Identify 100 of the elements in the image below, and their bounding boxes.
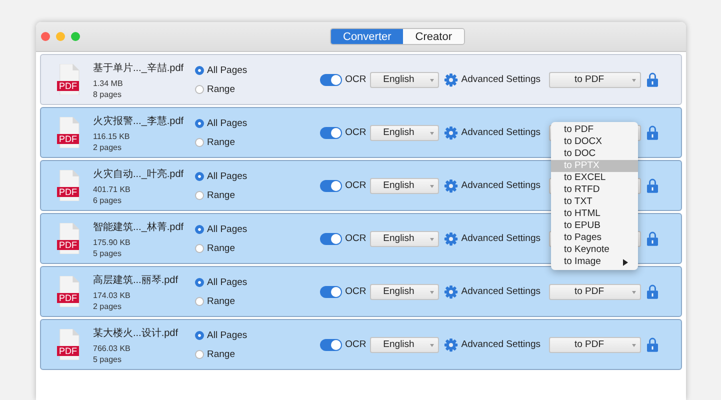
page-count: 8 pages <box>93 90 122 98</box>
ocr-toggle[interactable] <box>320 180 342 192</box>
file-name: 某大楼火...设计.pdf <box>93 326 180 340</box>
page-option-radio[interactable]: Range <box>195 296 248 306</box>
page-option-radio[interactable]: All Pages <box>195 224 248 234</box>
file-type-badge: PDF <box>57 240 79 250</box>
file-row[interactable]: PDF 基于单片..._辛喆.pdf 1.34 MB 8 pages All Pages Range OCR English Advanced Settings to PDF <box>40 54 682 105</box>
ocr-toggle[interactable] <box>320 338 342 350</box>
page-option-radio[interactable]: Range <box>195 84 248 94</box>
menu-item[interactable]: to PDF <box>551 124 638 136</box>
menu-item[interactable]: to DOCX <box>551 136 638 148</box>
radio-label: Range <box>207 348 235 360</box>
menu-item[interactable]: to Keynote <box>551 244 638 256</box>
file-size: 401.71 KB <box>93 184 132 194</box>
close-button[interactable] <box>41 32 50 41</box>
radio-label: All Pages <box>207 224 248 234</box>
file-type-badge: PDF <box>57 346 79 356</box>
radio-label: Range <box>207 296 235 306</box>
menu-item[interactable]: to RTFD <box>551 184 638 196</box>
advanced-settings-link[interactable]: Advanced Settings <box>461 286 550 297</box>
page-option-radio[interactable]: Range <box>195 136 248 148</box>
format-dropdown[interactable]: to PDF <box>549 284 642 300</box>
file-type-badge: PDF <box>57 81 79 91</box>
file-name: 火灾报警..._李慧.pdf <box>93 114 185 128</box>
radio-icon[interactable] <box>195 296 204 306</box>
gear-icon[interactable] <box>444 126 458 140</box>
gear-icon[interactable] <box>444 284 458 298</box>
page-option-radio[interactable]: Range <box>195 242 248 254</box>
language-dropdown[interactable]: English <box>370 178 440 194</box>
radio-icon[interactable] <box>195 224 204 234</box>
menu-item[interactable]: to TXT <box>551 196 638 208</box>
menu-item[interactable]: to EPUB <box>551 220 638 232</box>
lock-icon[interactable] <box>647 231 658 246</box>
page-count: 6 pages <box>93 196 122 204</box>
language-dropdown[interactable]: English <box>370 72 440 88</box>
lock-icon[interactable] <box>647 337 658 352</box>
page-option-radio[interactable]: All Pages <box>195 118 248 128</box>
page-count: 2 pages <box>93 142 122 152</box>
ocr-label: OCR <box>345 339 366 350</box>
radio-label: All Pages <box>207 118 248 128</box>
file-name: 智能建筑..._林菁.pdf <box>93 220 185 234</box>
radio-icon[interactable] <box>195 66 204 74</box>
file-size: 766.03 KB <box>93 344 132 352</box>
page-count: 2 pages <box>93 302 122 310</box>
lock-icon[interactable] <box>647 284 658 299</box>
page-option-radio[interactable]: Range <box>195 348 248 360</box>
language-dropdown[interactable]: English <box>370 336 440 352</box>
ocr-toggle[interactable] <box>320 232 342 244</box>
radio-icon[interactable] <box>195 330 204 340</box>
gear-icon[interactable] <box>444 178 458 192</box>
file-name: 基于单片..._辛喆.pdf <box>93 62 185 74</box>
radio-icon[interactable] <box>195 138 204 146</box>
page-option-radio[interactable]: All Pages <box>195 276 248 288</box>
radio-label: Range <box>207 242 235 254</box>
file-size: 174.03 KB <box>93 290 132 300</box>
lock-icon[interactable] <box>647 125 658 140</box>
language-dropdown[interactable]: English <box>370 124 440 140</box>
page-option-radio[interactable]: Range <box>195 190 248 200</box>
tab[interactable]: Creator <box>403 29 464 44</box>
radio-label: Range <box>207 84 235 94</box>
advanced-settings-link[interactable]: Advanced Settings <box>461 339 550 350</box>
advanced-settings-link[interactable]: Advanced Settings <box>461 233 550 244</box>
gear-icon[interactable] <box>444 232 458 246</box>
radio-icon[interactable] <box>195 172 204 180</box>
ocr-label: OCR <box>345 74 366 85</box>
ocr-label: OCR <box>345 286 366 297</box>
page-option-radio[interactable]: All Pages <box>195 170 248 182</box>
lock-icon[interactable] <box>647 178 658 193</box>
page-option-radio[interactable]: All Pages <box>195 64 248 76</box>
format-dropdown[interactable]: to PDF <box>549 336 642 352</box>
ocr-toggle[interactable] <box>320 74 342 86</box>
file-row[interactable]: PDF 某大楼火...设计.pdf 766.03 KB 5 pages All Pages Range OCR English Advanced Settings to PDF <box>40 319 682 370</box>
radio-icon[interactable] <box>195 350 204 358</box>
advanced-settings-link[interactable]: Advanced Settings <box>461 180 550 191</box>
menu-item[interactable]: to DOC <box>551 148 638 160</box>
radio-icon[interactable] <box>195 278 204 286</box>
page-option-radio[interactable]: All Pages <box>195 330 248 340</box>
radio-icon[interactable] <box>195 118 204 128</box>
language-dropdown[interactable]: English <box>370 284 440 300</box>
language-dropdown[interactable]: English <box>370 230 440 246</box>
tab[interactable]: Converter <box>331 29 404 44</box>
advanced-settings-link[interactable]: Advanced Settings <box>461 74 550 85</box>
file-name: 高层建筑...丽琴.pdf <box>93 274 180 286</box>
ocr-toggle[interactable] <box>320 286 342 298</box>
file-row[interactable]: PDF 高层建筑...丽琴.pdf 174.03 KB 2 pages All Pages Range OCR English Advanced Settings to PDF <box>40 266 682 317</box>
radio-label: Range <box>207 136 235 148</box>
radio-label: All Pages <box>207 330 248 340</box>
radio-label: Range <box>207 190 235 200</box>
menu-item[interactable]: to Pages <box>551 232 638 244</box>
menu-item[interactable]: to EXCEL <box>551 172 638 184</box>
lock-icon[interactable] <box>647 72 658 87</box>
ocr-toggle[interactable] <box>320 126 342 138</box>
radio-icon[interactable] <box>195 84 204 94</box>
radio-icon[interactable] <box>195 190 204 200</box>
gear-icon[interactable] <box>444 338 458 352</box>
radio-icon[interactable] <box>195 244 204 252</box>
gear-icon[interactable] <box>444 72 458 86</box>
file-type-badge: PDF <box>57 293 79 303</box>
format-dropdown[interactable]: to PDF <box>549 72 642 88</box>
advanced-settings-link[interactable]: Advanced Settings <box>461 127 550 138</box>
